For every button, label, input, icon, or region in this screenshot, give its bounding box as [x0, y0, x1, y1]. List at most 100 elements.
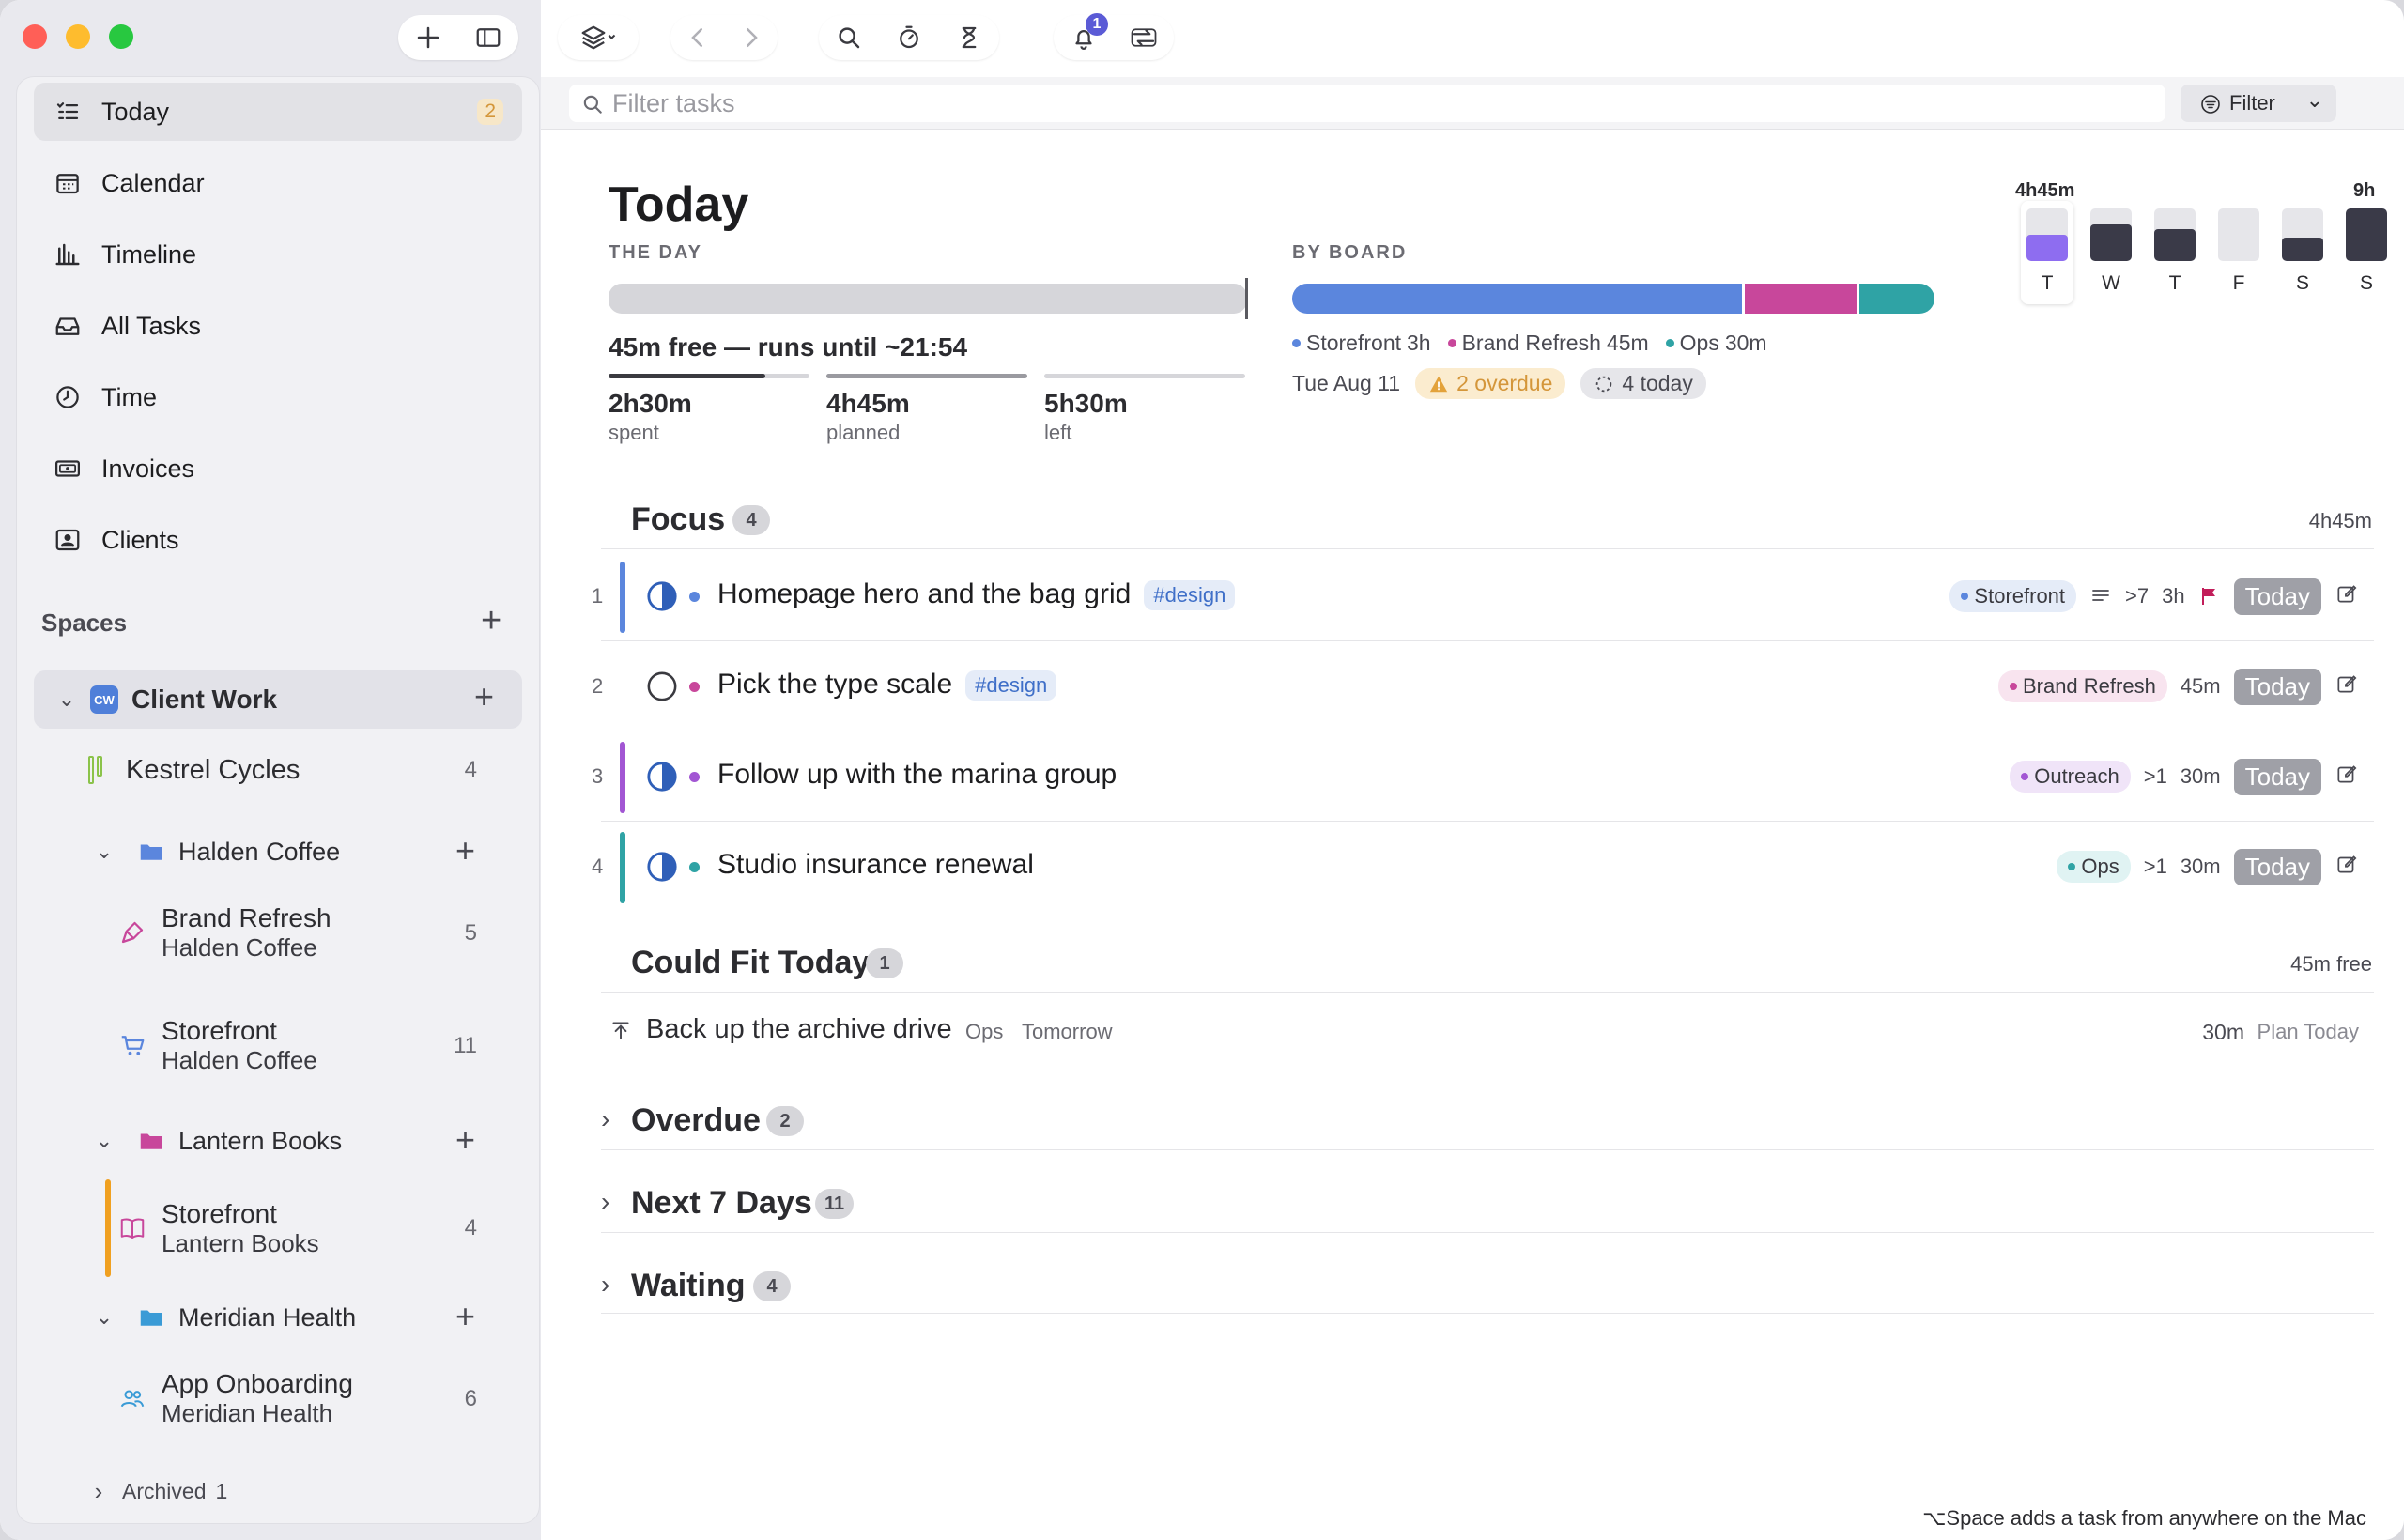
project-app-onboarding[interactable]: App Onboarding Meridian Health 6	[34, 1367, 522, 1429]
half-done-circle-icon[interactable]	[646, 580, 678, 612]
project-storefront-halden[interactable]: Storefront Halden Coffee 11	[34, 1014, 522, 1076]
divider	[601, 640, 2374, 641]
task-row[interactable]: 4 Studio insurance renewal Ops >1 30m Today	[586, 823, 2374, 911]
week-bar-track[interactable]	[2218, 208, 2259, 261]
filter-tasks-input[interactable]: Filter tasks	[569, 85, 2165, 122]
edit-button[interactable]	[2335, 852, 2359, 882]
week-bar-track[interactable]	[2346, 208, 2387, 261]
layers-menu-button[interactable]	[558, 15, 639, 60]
edit-button[interactable]	[2335, 762, 2359, 792]
sidebar-item-timeline[interactable]: Timeline	[34, 225, 522, 284]
stat-fill	[609, 374, 765, 378]
add-to-folder-button[interactable]: +	[455, 834, 475, 868]
task-tag[interactable]: #design	[965, 670, 1057, 701]
notifications-button[interactable]: 1	[1065, 13, 1108, 56]
divider	[601, 821, 2374, 822]
divider	[601, 1232, 2374, 1233]
sidebar-item-today[interactable]: Today 2	[34, 83, 522, 141]
today-button[interactable]: Today	[2233, 758, 2321, 795]
today-button[interactable]: Today	[2233, 578, 2321, 615]
close-window-button[interactable]	[23, 24, 47, 49]
overdue-section-title[interactable]: Overdue	[631, 1102, 761, 1139]
week-bar-track[interactable]	[2090, 208, 2132, 261]
empty-circle-icon[interactable]	[646, 670, 678, 702]
timer-button[interactable]	[890, 19, 928, 56]
hourglass-button[interactable]	[950, 19, 988, 56]
project-brand-refresh[interactable]: Brand Refresh Halden Coffee 5	[34, 901, 522, 963]
zoom-window-button[interactable]	[109, 24, 133, 49]
project-count: 6	[464, 1386, 477, 1411]
could-fit-task-row[interactable]: Back up the archive drive Ops Tomorrow 3…	[601, 1007, 2374, 1059]
today-button[interactable]: Today	[2233, 668, 2321, 705]
week-day-label: T	[2168, 272, 2181, 294]
stat-track	[1044, 374, 1245, 378]
task-row[interactable]: 1 Homepage hero and the bag grid #design St…	[586, 552, 2374, 640]
plan-today-button[interactable]: Plan Today	[2258, 1020, 2359, 1044]
add-to-folder-button[interactable]: +	[455, 1300, 475, 1333]
task-tag[interactable]: #design	[1144, 580, 1236, 611]
toggle-sidebar-button[interactable]	[470, 19, 507, 56]
legend-dot	[1665, 339, 1674, 347]
sync-button[interactable]	[1125, 19, 1163, 56]
next-7-days-section-title[interactable]: Next 7 Days	[631, 1185, 812, 1222]
sidebar-item-clients[interactable]: Clients	[34, 511, 522, 569]
add-to-folder-button[interactable]: +	[455, 1123, 475, 1157]
board-pill[interactable]: Ops	[2057, 851, 2131, 883]
sidebar-item-label: Invoices	[101, 454, 195, 483]
board-pill[interactable]: Outreach	[2010, 761, 2131, 793]
sidebar-item-time[interactable]: Time	[34, 368, 522, 426]
sidebar-icon	[476, 28, 501, 47]
spent-label: spent	[609, 421, 659, 444]
person-card-icon	[51, 523, 85, 557]
board-pill[interactable]: Storefront	[1949, 580, 2077, 612]
chevron-right-icon[interactable]: ›	[601, 1270, 609, 1300]
sidebar-item-all-tasks[interactable]: All Tasks	[34, 297, 522, 355]
search-button[interactable]	[830, 19, 868, 56]
back-button[interactable]	[679, 19, 717, 56]
task-row[interactable]: 3 Follow up with the marina group Outreach…	[586, 732, 2374, 821]
today-count-badge: 2	[477, 99, 503, 125]
overdue-chip[interactable]: 2 overdue	[1415, 368, 1566, 399]
folder-halden-coffee[interactable]: ⌄ Halden Coffee +	[34, 828, 522, 875]
flag-icon[interactable]	[2198, 585, 2221, 608]
promote-arrow-icon[interactable]	[609, 1018, 633, 1042]
task-row[interactable]: 2 Pick the type scale #design Brand Refresh…	[586, 642, 2374, 731]
week-bar-track[interactable]	[2282, 208, 2323, 261]
filter-bar: Filter tasks Filter ⌄	[541, 77, 2404, 130]
edit-button[interactable]	[2335, 581, 2359, 611]
project-kestrel-cycles[interactable]: Kestrel Cycles 4	[34, 747, 522, 793]
sidebar-item-calendar[interactable]: Calendar	[34, 154, 522, 212]
today-count-chip[interactable]: 4 today	[1580, 368, 1706, 399]
edit-button[interactable]	[2335, 671, 2359, 701]
week-bar-track[interactable]	[2154, 208, 2196, 261]
week-day-label: S	[2295, 272, 2309, 294]
folder-lantern-books[interactable]: ⌄ Lantern Books +	[34, 1117, 522, 1164]
project-storefront-lantern[interactable]: Storefront Lantern Books 4	[34, 1179, 522, 1277]
week-max-label: 9h	[2353, 180, 2376, 201]
forward-button[interactable]	[732, 19, 770, 56]
filter-button-label: Filter	[2229, 91, 2275, 115]
chevron-right-icon: ›	[94, 1476, 103, 1505]
sidebar-item-invoices[interactable]: Invoices	[34, 439, 522, 498]
filter-button[interactable]: Filter ⌄	[2181, 85, 2336, 122]
left-value: 5h30m	[1044, 389, 1128, 418]
board-pill[interactable]: Brand Refresh	[1997, 670, 2167, 702]
archived-toggle[interactable]: › Archived 1	[34, 1474, 522, 1508]
chevron-right-icon[interactable]: ›	[601, 1187, 609, 1217]
half-done-circle-icon[interactable]	[646, 761, 678, 793]
week-bar-track[interactable]	[2026, 208, 2068, 261]
add-to-workspace-button[interactable]: +	[474, 680, 494, 714]
waiting-section-title[interactable]: Waiting	[631, 1268, 746, 1304]
chevron-right-icon[interactable]: ›	[601, 1104, 609, 1134]
stat-fill	[826, 374, 1027, 378]
folder-meridian-health[interactable]: ⌄ Meridian Health +	[34, 1294, 522, 1341]
add-task-button[interactable]	[409, 19, 447, 56]
week-day-label: F	[2232, 272, 2245, 294]
book-icon	[120, 1218, 145, 1239]
divider	[601, 992, 2374, 993]
add-space-button[interactable]: +	[481, 603, 501, 639]
minimize-window-button[interactable]	[66, 24, 90, 49]
half-done-circle-icon[interactable]	[646, 851, 678, 883]
today-button[interactable]: Today	[2233, 848, 2321, 886]
workspace-client-work[interactable]: ⌄ CW Client Work +	[34, 670, 522, 729]
